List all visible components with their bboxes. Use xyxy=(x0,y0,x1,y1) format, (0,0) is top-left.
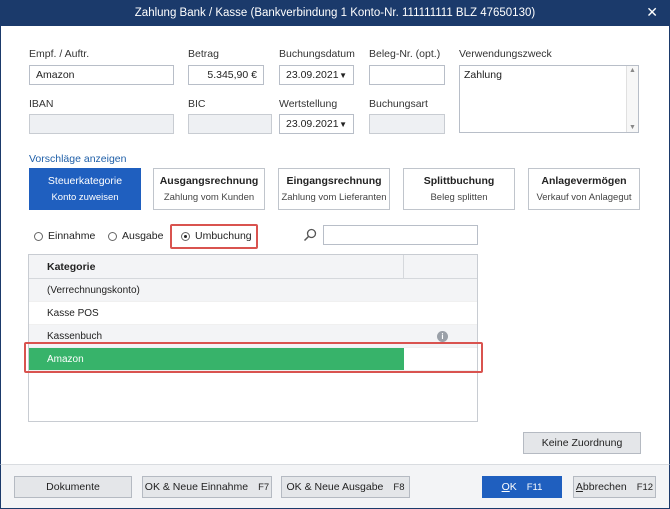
wertstellung-value: 23.09.2021 xyxy=(286,118,339,130)
close-icon[interactable]: ✕ xyxy=(646,4,658,21)
category-table: Kategorie (Verrechnungskonto) Kasse POS … xyxy=(28,254,478,422)
category-sub: Zahlung vom Kunden xyxy=(163,192,255,203)
iban-input[interactable] xyxy=(29,114,174,134)
button-label: Abbrechen xyxy=(576,481,627,493)
radio-ausgabe[interactable]: Ausgabe xyxy=(108,230,163,242)
textarea-scrollbar[interactable]: ▲ ▼ xyxy=(626,66,638,132)
abbrechen-button[interactable]: Abbrechen F12 xyxy=(573,476,656,498)
category-sub: Konto zuweisen xyxy=(51,192,119,203)
verwendung-value: Zahlung xyxy=(464,69,502,81)
search-input[interactable] xyxy=(323,225,478,245)
button-label: Dokumente xyxy=(46,481,100,493)
search-icon[interactable] xyxy=(303,228,317,242)
betrag-input[interactable]: 5.345,90 € xyxy=(188,65,264,85)
ok-neue-einnahme-button[interactable]: OK & Neue Einnahme F7 xyxy=(142,476,272,498)
chevron-down-icon: ▼ xyxy=(339,70,347,80)
button-label: OK & Neue Ausgabe xyxy=(286,481,384,493)
button-label: OK & Neue Einnahme xyxy=(144,481,249,493)
bic-input[interactable] xyxy=(188,114,272,134)
dokumente-button[interactable]: Dokumente xyxy=(14,476,132,498)
buchungsart-label: Buchungsart xyxy=(369,98,428,110)
iban-label: IBAN xyxy=(29,98,54,110)
table-header: Kategorie xyxy=(29,255,477,279)
radio-dot xyxy=(108,231,117,241)
row-label: (Verrechnungskonto) xyxy=(47,284,140,296)
button-label: OK xyxy=(502,481,517,493)
table-row[interactable]: (Verrechnungskonto) xyxy=(29,279,477,302)
radio-label: Einnahme xyxy=(48,230,96,242)
suggestions-link[interactable]: Vorschläge anzeigen xyxy=(29,153,127,165)
window-title: Zahlung Bank / Kasse (Bankverbindung 1 K… xyxy=(134,7,536,19)
betrag-label: Betrag xyxy=(188,48,219,60)
buchungsart-input[interactable] xyxy=(369,114,445,134)
button-label-rest: K xyxy=(509,481,517,493)
category-anlagevermoegen[interactable]: Anlagevermögen Verkauf von Anlagegut xyxy=(528,168,640,210)
category-splittbuchung[interactable]: Splittbuchung Beleg splitten xyxy=(403,168,515,210)
radio-einnahme[interactable]: Einnahme xyxy=(34,230,95,242)
button-label-rest: bbrechen xyxy=(582,481,627,493)
shortcut-key: F8 xyxy=(393,481,405,493)
category-title: Eingangsrechnung xyxy=(286,175,382,187)
betrag-value: 5.345,90 € xyxy=(207,69,257,81)
category-title: Ausgangsrechnung xyxy=(159,175,259,187)
column-kategorie[interactable]: Kategorie xyxy=(29,255,404,278)
buchungsdatum-select[interactable]: 23.09.2021 ▼ xyxy=(279,65,354,85)
mnemonic: A xyxy=(575,481,583,493)
ok-neue-ausgabe-button[interactable]: OK & Neue Ausgabe F8 xyxy=(281,476,410,498)
mnemonic: O xyxy=(501,481,510,493)
shortcut-key: F11 xyxy=(526,481,543,493)
buchungsdatum-label: Buchungsdatum xyxy=(279,48,355,60)
category-sub: Beleg splitten xyxy=(430,192,488,203)
category-ausgangsrechnung[interactable]: Ausgangsrechnung Zahlung vom Kunden xyxy=(153,168,265,210)
empf-label: Empf. / Auftr. xyxy=(29,48,90,60)
table-row[interactable]: Kasse POS xyxy=(29,302,477,325)
category-sub: Zahlung vom Lieferanten xyxy=(281,192,387,203)
row-label: Kasse POS xyxy=(47,307,99,319)
category-title: Steuerkategorie xyxy=(47,175,123,187)
wertstellung-select[interactable]: 23.09.2021 ▼ xyxy=(279,114,354,134)
buchungsdatum-value: 23.09.2021 xyxy=(286,69,339,81)
verwendung-label: Verwendungszweck xyxy=(459,48,552,60)
ok-button[interactable]: OK F11 xyxy=(482,476,562,498)
button-label: Keine Zuordnung xyxy=(541,437,623,449)
category-title: Splittbuchung xyxy=(423,175,495,187)
category-steuerkategorie[interactable]: Steuerkategorie Konto zuweisen xyxy=(29,168,141,210)
scroll-up-icon[interactable]: ▲ xyxy=(629,67,636,74)
info-icon[interactable]: i xyxy=(437,331,448,342)
verwendung-textarea[interactable]: Zahlung ▲ ▼ xyxy=(459,65,639,133)
chevron-down-icon: ▼ xyxy=(339,119,347,129)
row-label: Kassenbuch xyxy=(47,330,103,342)
highlight-frame xyxy=(170,224,258,249)
category-title: Anlagevermögen xyxy=(541,175,627,187)
category-sub: Verkauf von Anlagegut xyxy=(536,192,632,203)
keine-zuordnung-button[interactable]: Keine Zuordnung xyxy=(523,432,641,454)
category-eingangsrechnung[interactable]: Eingangsrechnung Zahlung vom Lieferanten xyxy=(278,168,390,210)
radio-dot xyxy=(34,231,43,241)
bic-label: BIC xyxy=(188,98,206,110)
shortcut-key: F12 xyxy=(636,481,654,493)
empf-input[interactable]: Amazon xyxy=(29,65,174,85)
shortcut-key: F7 xyxy=(258,481,270,493)
wertstellung-label: Wertstellung xyxy=(279,98,338,110)
beleg-label: Beleg-Nr. (opt.) xyxy=(369,48,441,60)
empf-value: Amazon xyxy=(36,69,75,81)
scroll-down-icon[interactable]: ▼ xyxy=(629,124,636,131)
highlight-frame xyxy=(24,342,483,373)
radio-label: Ausgabe xyxy=(122,230,164,242)
beleg-input[interactable] xyxy=(369,65,445,85)
title-bar: Zahlung Bank / Kasse (Bankverbindung 1 K… xyxy=(0,0,670,26)
